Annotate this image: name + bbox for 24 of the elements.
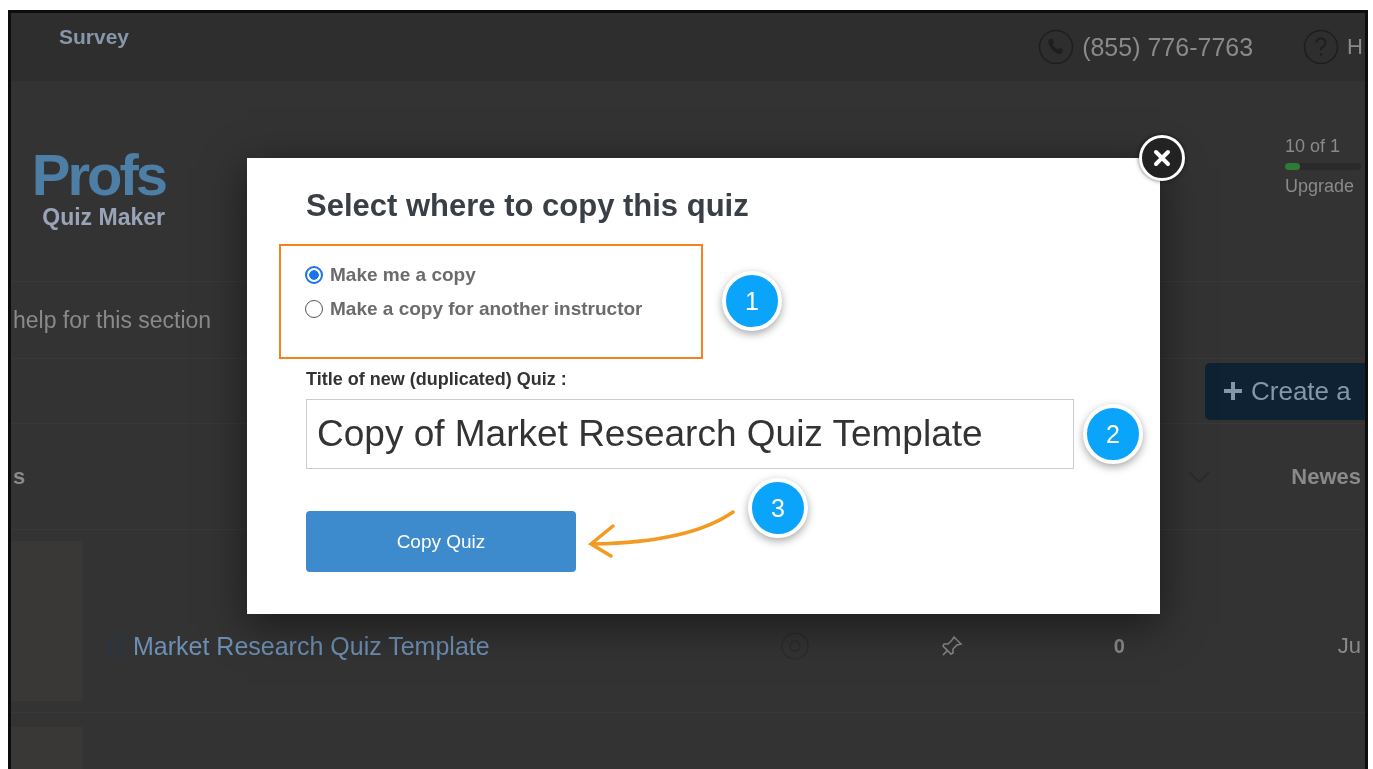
product-name: Quiz Maker: [42, 203, 165, 231]
column-header: s: [13, 463, 26, 490]
option-label[interactable]: Make a copy for another instructor: [330, 298, 643, 320]
title-input[interactable]: Copy of Market Research Quiz Template: [306, 399, 1074, 469]
dialog-title: Select where to copy this quiz: [306, 188, 749, 224]
quiz-title-link[interactable]: Market Research Quiz Template: [133, 631, 490, 661]
usage-count: 10 of 1: [1285, 135, 1342, 157]
pin-icon[interactable]: [939, 634, 964, 658]
sort-dropdown[interactable]: Newes: [1291, 463, 1361, 490]
help-link[interactable]: help for this section: [13, 306, 212, 334]
radio-button[interactable]: [305, 266, 323, 284]
response-count: 0: [1113, 634, 1125, 658]
logo-text: Profs: [31, 145, 165, 204]
phone-number: (855) 776-7763: [1082, 32, 1254, 62]
option-label[interactable]: Make me a copy: [330, 264, 476, 286]
upgrade-link[interactable]: Upgrade: [1285, 175, 1361, 197]
close-icon[interactable]: [1139, 135, 1185, 181]
plus-icon: [1223, 380, 1243, 401]
date-text: Ju: [1337, 633, 1361, 659]
help-link[interactable]: H: [1347, 34, 1363, 60]
nav-link[interactable]: Survey: [59, 25, 130, 49]
copy-quiz-button[interactable]: Copy Quiz: [306, 511, 576, 572]
create-button[interactable]: Create a: [1205, 362, 1365, 420]
field-label: Title of new (duplicated) Quiz :: [306, 369, 567, 390]
